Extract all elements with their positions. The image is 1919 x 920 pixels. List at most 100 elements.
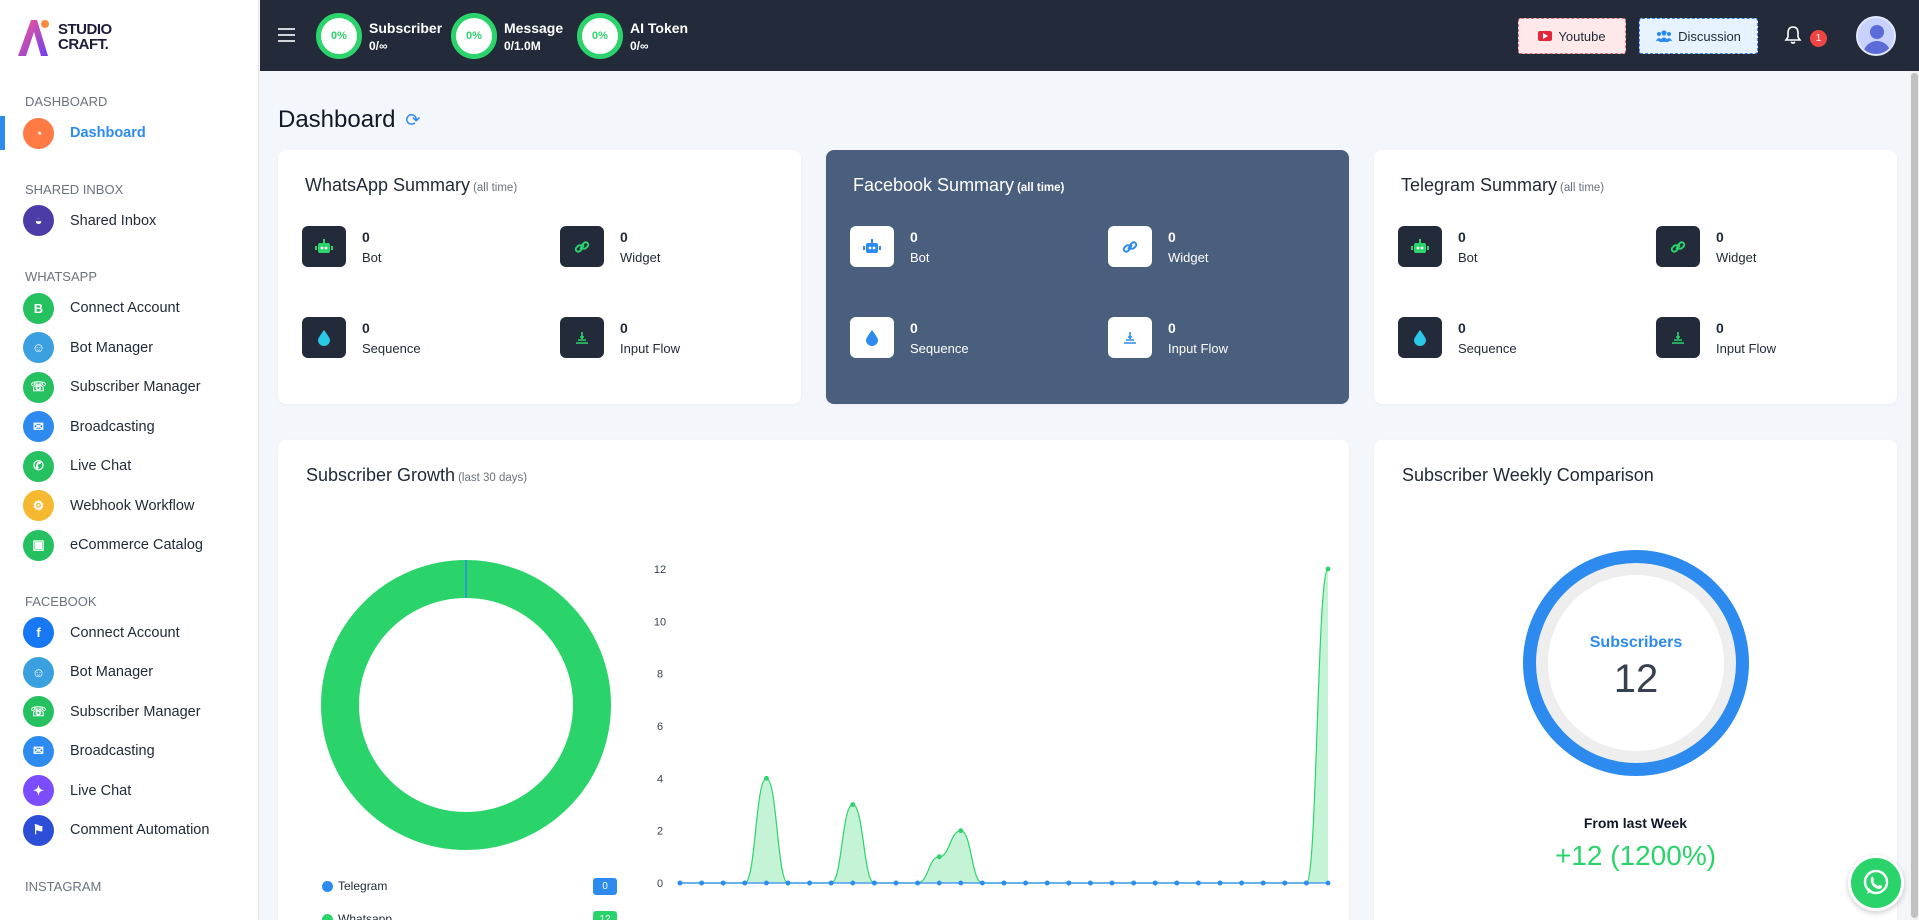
data-point-telegram[interactable] xyxy=(1066,880,1072,886)
summary-stat-input-flow[interactable]: 0 Input Flow xyxy=(1108,317,1328,361)
data-point-telegram[interactable] xyxy=(785,880,791,886)
sidebar-item-subscriber-manager[interactable]: ☏ Subscriber Manager xyxy=(0,370,258,404)
sidebar-item-connect-account[interactable]: f Connect Account xyxy=(0,616,258,650)
summary-stat-input-flow[interactable]: 0 Input Flow xyxy=(1656,317,1876,361)
page-scrollbar[interactable] xyxy=(1910,71,1919,920)
user-avatar[interactable] xyxy=(1856,16,1896,56)
summary-stat-sequence[interactable]: 0 Sequence xyxy=(1398,317,1618,361)
data-point-telegram[interactable] xyxy=(1196,880,1201,886)
sidebar-item-label: Subscriber Manager xyxy=(70,379,201,395)
bot-icon: ☺ xyxy=(23,332,54,363)
messenger-icon: ✦ xyxy=(23,775,54,806)
data-point-telegram[interactable] xyxy=(1023,880,1028,886)
stat-label: Bot xyxy=(910,250,930,265)
summary-stat-input-flow[interactable]: 0 Input Flow xyxy=(560,317,780,361)
stat-label: Input Flow xyxy=(1168,341,1228,356)
sidebar-item-bot-manager[interactable]: ☺ Bot Manager xyxy=(0,331,258,365)
youtube-label: Youtube xyxy=(1558,28,1606,44)
summary-stat-sequence[interactable]: 0 Sequence xyxy=(302,317,522,361)
data-point-telegram[interactable] xyxy=(828,880,834,886)
stat-value: 0 xyxy=(910,320,918,336)
quota-value: 0/∞ xyxy=(369,38,388,53)
data-point-whatsapp[interactable] xyxy=(850,802,856,807)
data-point-telegram[interactable] xyxy=(1174,880,1180,886)
data-point-telegram[interactable] xyxy=(1282,880,1288,886)
data-point-telegram[interactable] xyxy=(742,880,748,886)
data-point-telegram[interactable] xyxy=(1001,880,1007,886)
data-point-telegram[interactable] xyxy=(1325,880,1331,886)
sidebar-item-broadcasting[interactable]: ✉ Broadcasting xyxy=(0,410,258,444)
data-point-telegram[interactable] xyxy=(807,880,812,886)
data-point-whatsapp[interactable] xyxy=(764,775,769,781)
summary-stat-bot[interactable]: 0 Bot xyxy=(302,226,522,270)
data-point-whatsapp[interactable] xyxy=(1325,566,1331,572)
summary-stat-widget[interactable]: 0 Widget xyxy=(1656,226,1876,270)
sidebar-item-comment-automation[interactable]: ⚑ Comment Automation xyxy=(0,813,258,847)
data-point-telegram[interactable] xyxy=(872,880,877,886)
stat-value: 0 xyxy=(362,229,370,245)
data-point-telegram[interactable] xyxy=(720,880,726,886)
growth-title: Subscriber Growth (last 30 days) xyxy=(306,465,528,485)
whatsapp-chat-button[interactable] xyxy=(1848,855,1904,911)
sidebar-item-dashboard[interactable]: ◔ Dashboard xyxy=(0,116,258,150)
discussion-button[interactable]: Discussion xyxy=(1639,18,1758,54)
data-point-telegram[interactable] xyxy=(1260,880,1266,886)
summary-title: Telegram Summary (all time) xyxy=(1401,175,1605,195)
sidebar-item-ecommerce-catalog[interactable]: ▣ eCommerce Catalog xyxy=(0,528,258,562)
data-point-telegram[interactable] xyxy=(1217,880,1223,886)
sidebar-item-subscriber-manager[interactable]: ☏ Subscriber Manager xyxy=(0,695,258,729)
data-point-telegram[interactable] xyxy=(1152,880,1158,886)
data-point-telegram[interactable] xyxy=(915,880,920,886)
legend-telegram[interactable]: Telegram 0 xyxy=(322,876,617,896)
data-point-whatsapp[interactable] xyxy=(936,854,942,860)
summary-stat-bot[interactable]: 0 Bot xyxy=(1398,226,1618,270)
sidebar-item-bot-manager[interactable]: ☺ Bot Manager xyxy=(0,655,258,689)
data-point-telegram[interactable] xyxy=(699,880,704,886)
data-point-telegram[interactable] xyxy=(1239,880,1244,886)
sidebar-item-broadcasting[interactable]: ✉ Broadcasting xyxy=(0,734,258,768)
sidebar-item-webhook-workflow[interactable]: ⚙ Webhook Workflow xyxy=(0,489,258,523)
summary-stat-widget[interactable]: 0 Widget xyxy=(1108,226,1328,270)
legend-whatsapp[interactable]: Whatsapp 12 xyxy=(322,909,617,920)
data-point-telegram[interactable] xyxy=(936,880,942,886)
data-point-telegram[interactable] xyxy=(764,880,769,886)
data-point-telegram[interactable] xyxy=(1304,880,1309,886)
brand-logo[interactable]: STUDIO CRAFT. xyxy=(14,16,112,58)
whatsapp-icon: ✆ xyxy=(23,450,54,482)
summary-stat-sequence[interactable]: 0 Sequence xyxy=(850,317,1070,361)
y-tick-label: 8 xyxy=(657,669,663,681)
data-point-telegram[interactable] xyxy=(1044,880,1050,886)
sidebar-item-label: Webhook Workflow xyxy=(70,497,195,514)
legend-label: Telegram xyxy=(338,879,388,893)
sidebar-item-label: Subscriber Manager xyxy=(70,703,201,720)
sidebar-item-label: Broadcasting xyxy=(70,418,155,435)
youtube-button[interactable]: Youtube xyxy=(1518,18,1626,54)
stat-value: 0 xyxy=(1458,320,1466,336)
comment-flag-icon: ⚑ xyxy=(23,814,54,846)
summary-stat-bot[interactable]: 0 Bot xyxy=(850,226,1070,270)
data-point-telegram[interactable] xyxy=(893,880,899,886)
data-point-telegram[interactable] xyxy=(1109,880,1115,886)
weekly-ring-value: 12 xyxy=(1613,657,1659,701)
stat-label: Sequence xyxy=(910,341,969,356)
bell-icon[interactable] xyxy=(1784,25,1802,50)
refresh-icon[interactable]: ⟳ xyxy=(405,110,420,131)
summary-stat-widget[interactable]: 0 Widget xyxy=(560,226,780,270)
data-point-telegram[interactable] xyxy=(677,880,683,886)
menu-toggle-icon[interactable] xyxy=(278,28,295,46)
sidebar-item-connect-account[interactable]: B Connect Account xyxy=(0,291,258,325)
donut-slice-whatsapp[interactable] xyxy=(321,560,611,850)
legend-label: Whatsapp xyxy=(338,912,393,920)
data-point-telegram[interactable] xyxy=(980,880,985,886)
sidebar-item-live-chat[interactable]: ✦ Live Chat xyxy=(0,774,258,808)
top-bar: 0% Subscriber 0/∞ 0% Message 0/1.0M 0% AI … xyxy=(260,0,1919,71)
sidebar-item-label: Connect Account xyxy=(70,624,180,641)
data-point-telegram[interactable] xyxy=(850,880,856,886)
sidebar-item-live-chat[interactable]: ✆ Live Chat xyxy=(0,449,258,483)
data-point-telegram[interactable] xyxy=(1131,880,1136,886)
data-point-telegram[interactable] xyxy=(958,880,964,886)
data-point-telegram[interactable] xyxy=(1088,880,1093,886)
sidebar-item-shared-inbox[interactable]: ◒ Shared Inbox xyxy=(0,204,258,238)
sidebar-section-heading: DASHBOARD xyxy=(25,94,108,109)
data-point-whatsapp[interactable] xyxy=(958,828,964,834)
